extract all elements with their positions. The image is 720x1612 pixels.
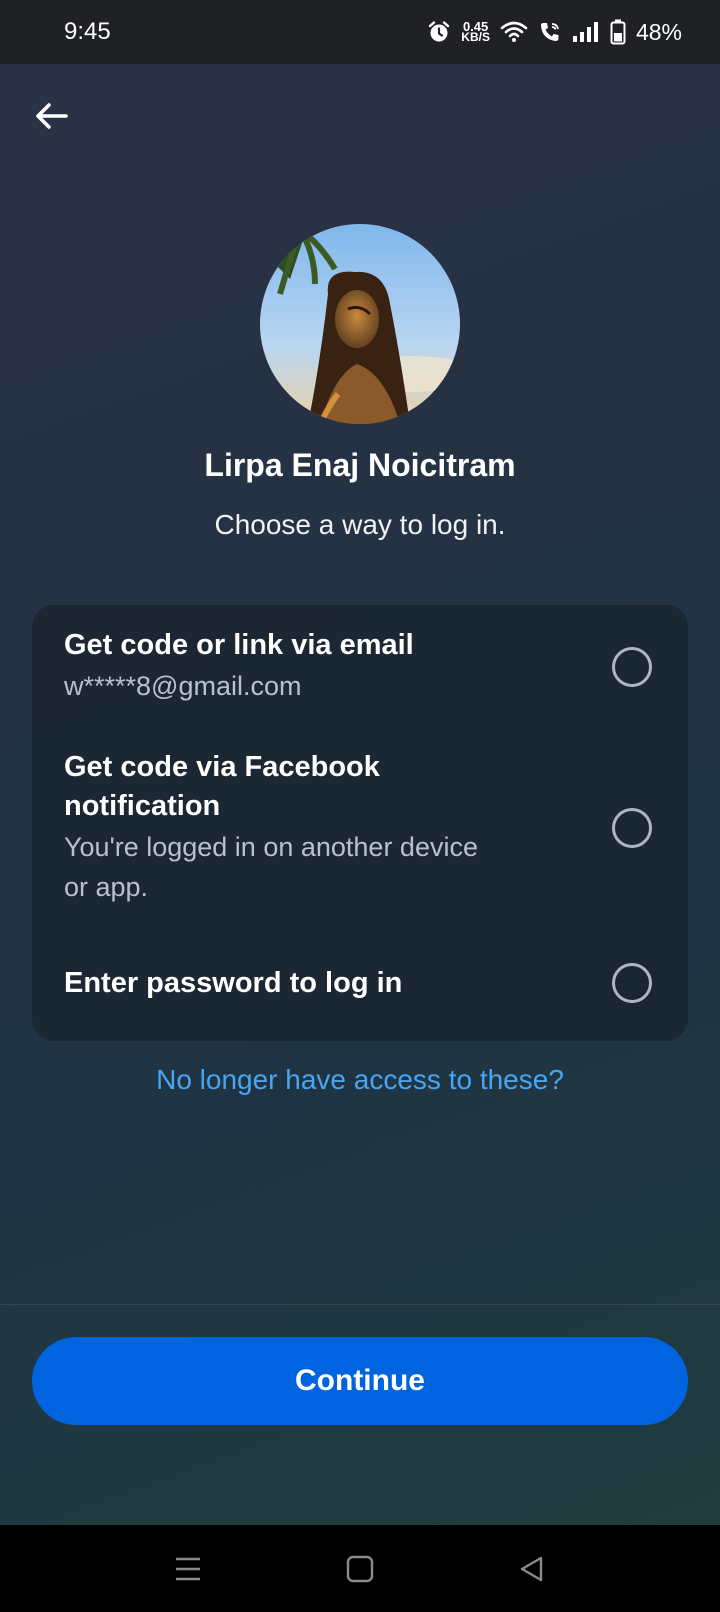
continue-button[interactable]: Continue — [32, 1337, 688, 1425]
menu-icon — [176, 1557, 200, 1581]
status-time: 9:45 — [64, 18, 111, 45]
profile-photo — [260, 224, 460, 424]
option-facebook-subtitle-line2: or app. — [64, 872, 149, 902]
option-facebook-title-line1: Get code via Facebook — [64, 751, 380, 783]
option-facebook-notification[interactable]: Get code via Facebook notification You'r… — [32, 735, 688, 915]
login-options-card: Get code or link via email w*****8@gmail… — [32, 605, 688, 1041]
status-bar: 9:45 0.45 KB/S 48% — [0, 0, 720, 64]
avatar — [260, 224, 460, 424]
option-email-title: Get code or link via email — [64, 629, 414, 661]
login-method-screen: Lirpa Enaj Noicitram Choose a way to log… — [0, 64, 720, 1525]
alarm-icon — [429, 21, 450, 42]
option-password-title: Enter password to log in — [64, 967, 403, 999]
back-icon — [520, 1556, 543, 1582]
option-email[interactable]: Get code or link via email w*****8@gmail… — [32, 605, 688, 725]
system-nav-bar — [0, 1525, 720, 1612]
option-password[interactable]: Enter password to log in — [32, 935, 688, 1035]
footer-divider — [0, 1304, 720, 1305]
page-subtitle: Choose a way to log in. — [214, 509, 506, 540]
wifi-icon — [500, 21, 528, 42]
option-facebook-radio[interactable] — [612, 808, 652, 848]
option-facebook-subtitle-line1: You're logged in on another device — [64, 832, 478, 862]
user-name: Lirpa Enaj Noicitram — [204, 447, 516, 483]
nav-menu-button[interactable] — [172, 1553, 204, 1585]
option-email-radio[interactable] — [612, 647, 652, 687]
home-icon — [346, 1555, 374, 1583]
nav-home-button[interactable] — [344, 1553, 376, 1585]
battery-icon — [610, 19, 626, 45]
battery-level: 48% — [635, 18, 682, 45]
nav-back-button[interactable] — [516, 1553, 548, 1585]
signal-icon — [572, 22, 598, 42]
no-access-link[interactable]: No longer have access to these? — [0, 1064, 720, 1096]
option-password-radio[interactable] — [612, 963, 652, 1003]
back-button[interactable] — [32, 96, 72, 136]
status-icons: 0.45 KB/S 48% — [427, 19, 682, 46]
net-speed: 0.45 KB/S — [461, 19, 490, 44]
option-email-address: w*****8@gmail.com — [64, 671, 302, 701]
arrow-left-icon — [36, 103, 68, 129]
wifi-calling-icon — [540, 23, 559, 41]
option-facebook-title-line2: notification — [64, 790, 221, 822]
